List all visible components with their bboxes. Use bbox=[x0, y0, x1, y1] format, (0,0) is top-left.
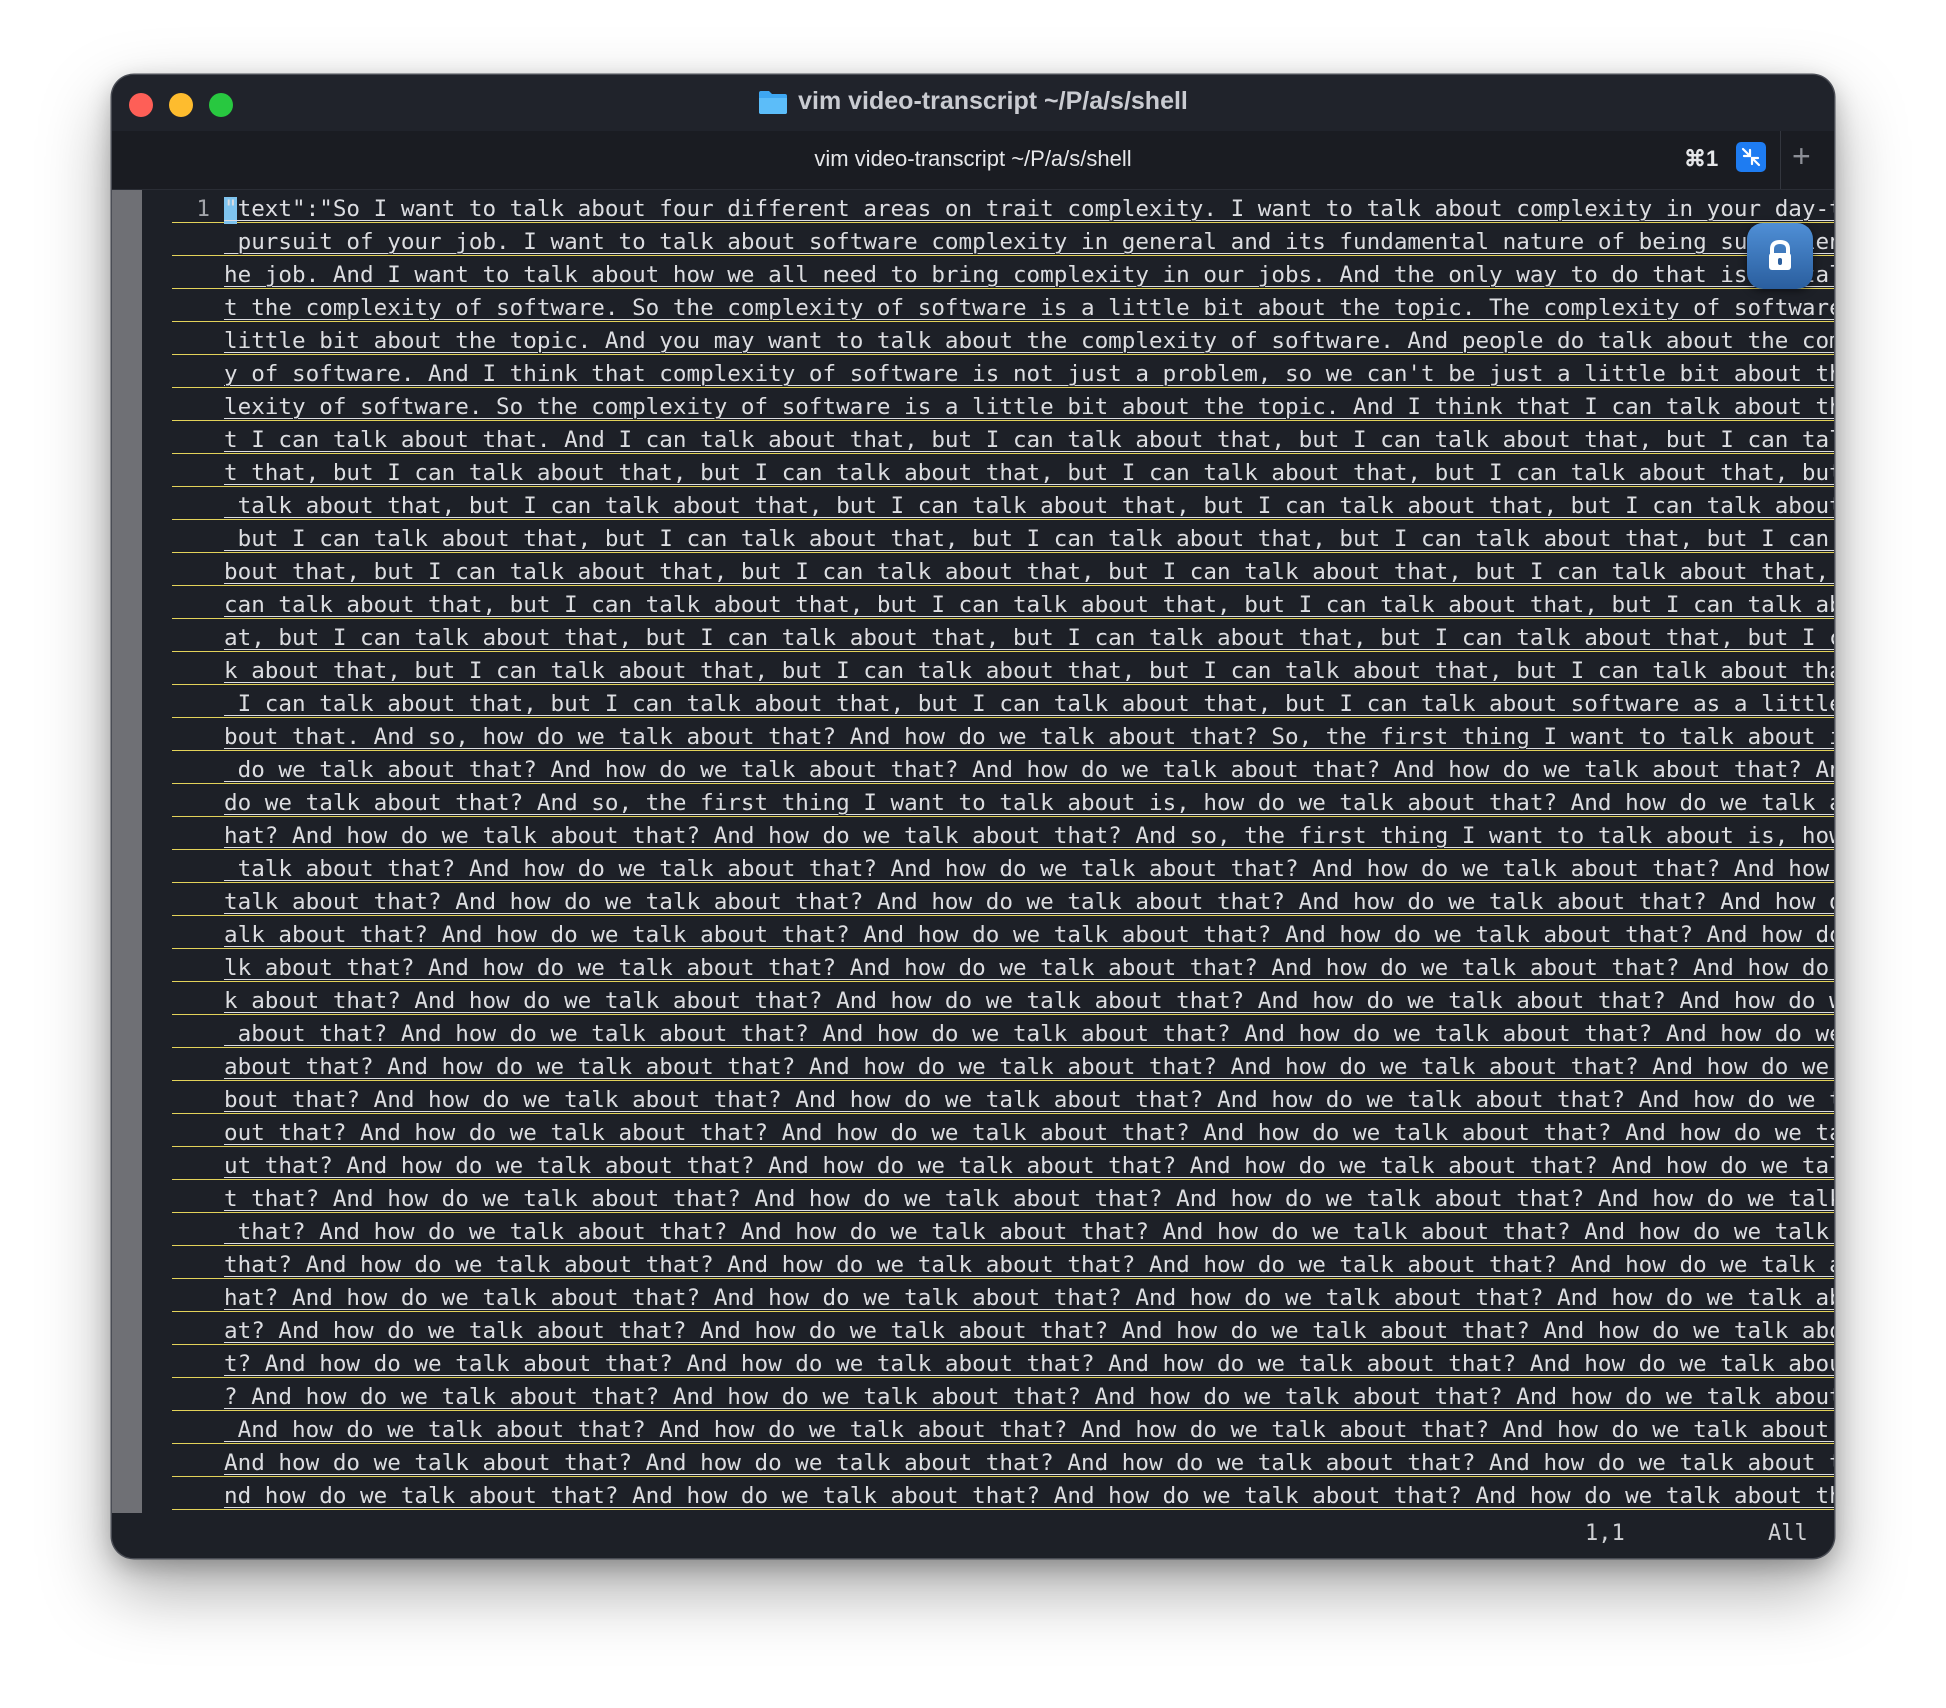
line-text: that? And how do we talk about that? And… bbox=[224, 1219, 1834, 1245]
buffer-row[interactable]: that? And how do we talk about that? And… bbox=[172, 1249, 1834, 1282]
line-text: out that? And how do we talk about that?… bbox=[224, 1120, 1834, 1146]
buffer-row[interactable]: t that, but I can talk about that, but I… bbox=[172, 457, 1834, 490]
buffer-row[interactable]: talk about that? And how do we talk abou… bbox=[172, 886, 1834, 919]
line-text: bout that, but I can talk about that, bu… bbox=[224, 559, 1834, 585]
line-text: talk about that? And how do we talk abou… bbox=[224, 856, 1834, 882]
line-text: ? And how do we talk about that? And how… bbox=[224, 1384, 1834, 1410]
line-text: talk about that? And how do we talk abou… bbox=[224, 889, 1834, 915]
buffer-row[interactable]: out that? And how do we talk about that?… bbox=[172, 1117, 1834, 1150]
vim-editor[interactable]: 1 "text":"So I want to talk about four di… bbox=[142, 190, 1834, 1513]
folder-icon bbox=[759, 90, 788, 114]
buffer-row[interactable]: little bit about the topic. And you may … bbox=[172, 325, 1834, 358]
window-title-group: vim video-transcript ~/P/a/s/shell bbox=[112, 87, 1834, 116]
buffer-row[interactable]: at? And how do we talk about that? And h… bbox=[172, 1315, 1834, 1348]
buffer-row[interactable]: t that? And how do we talk about that? A… bbox=[172, 1183, 1834, 1216]
line-text: bout that. And so, how do we talk about … bbox=[224, 724, 1834, 750]
line-text: bout that? And how do we talk about that… bbox=[224, 1087, 1834, 1113]
line-text: k about that? And how do we talk about t… bbox=[224, 988, 1834, 1014]
scroll-indicator: All bbox=[1768, 1521, 1808, 1546]
buffer-row[interactable]: can talk about that, but I can talk abou… bbox=[172, 589, 1834, 622]
buffer-row[interactable]: 1 "text":"So I want to talk about four di… bbox=[172, 193, 1834, 226]
sign-column bbox=[112, 190, 142, 1513]
buffer-row[interactable]: that? And how do we talk about that? And… bbox=[172, 1216, 1834, 1249]
buffer-row[interactable]: nd how do we talk about that? And how do… bbox=[172, 1480, 1834, 1513]
line-text: I can talk about that, but I can talk ab… bbox=[224, 691, 1834, 717]
line-text: y of software. And I think that complexi… bbox=[224, 361, 1834, 387]
line-text: alk about that? And how do we talk about… bbox=[224, 922, 1834, 948]
buffer-row[interactable]: ut that? And how do we talk about that? … bbox=[172, 1150, 1834, 1183]
buffer-row[interactable]: bout that. And so, how do we talk about … bbox=[172, 721, 1834, 754]
broadcast-input-icon[interactable] bbox=[1736, 142, 1766, 172]
line-text: "text":"So I want to talk about four dif… bbox=[224, 196, 1834, 222]
tab-shortcut-label: ⌘1 bbox=[1684, 146, 1719, 171]
line-text: t that, but I can talk about that, but I… bbox=[224, 460, 1834, 486]
line-text: lexity of software. So the complexity of… bbox=[224, 394, 1834, 420]
line-number: 1 bbox=[196, 196, 210, 222]
line-text: hat? And how do we talk about that? And … bbox=[224, 823, 1834, 849]
buffer-lines[interactable]: 1 "text":"So I want to talk about four di… bbox=[172, 193, 1834, 1513]
line-text: t? And how do we talk about that? And ho… bbox=[224, 1351, 1834, 1377]
line-text: ut that? And how do we talk about that? … bbox=[224, 1153, 1834, 1179]
line-text: t that? And how do we talk about that? A… bbox=[224, 1186, 1834, 1212]
buffer-row[interactable]: lk about that? And how do we talk about … bbox=[172, 952, 1834, 985]
line-text: talk about that, but I can talk about th… bbox=[224, 493, 1834, 519]
title-bar[interactable]: vim video-transcript ~/P/a/s/shell bbox=[112, 75, 1834, 131]
buffer-row[interactable]: about that? And how do we talk about tha… bbox=[172, 1018, 1834, 1051]
buffer-row[interactable]: do we talk about that? And so, the first… bbox=[172, 787, 1834, 820]
tab-bar: vim video-transcript ~/P/a/s/shell ⌘1 + bbox=[112, 131, 1834, 190]
line-text: And how do we talk about that? And how d… bbox=[224, 1450, 1834, 1476]
buffer-row[interactable]: t? And how do we talk about that? And ho… bbox=[172, 1348, 1834, 1381]
buffer-row[interactable]: hat? And how do we talk about that? And … bbox=[172, 820, 1834, 853]
line-text: nd how do we talk about that? And how do… bbox=[224, 1483, 1834, 1509]
line-text: hat? And how do we talk about that? And … bbox=[224, 1285, 1834, 1311]
buffer-row[interactable]: alk about that? And how do we talk about… bbox=[172, 919, 1834, 952]
line-text: he job. And I want to talk about how we … bbox=[224, 262, 1834, 288]
buffer-row[interactable]: t I can talk about that. And I can talk … bbox=[172, 424, 1834, 457]
tab-active[interactable]: vim video-transcript ~/P/a/s/shell bbox=[112, 146, 1834, 172]
line-text: lk about that? And how do we talk about … bbox=[224, 955, 1834, 981]
line-text: at? And how do we talk about that? And h… bbox=[224, 1318, 1834, 1344]
line-text: t the complexity of software. So the com… bbox=[224, 295, 1834, 321]
buffer-row[interactable]: talk about that? And how do we talk abou… bbox=[172, 853, 1834, 886]
line-text: k about that, but I can talk about that,… bbox=[224, 658, 1834, 684]
buffer-row[interactable]: And how do we talk about that? And how d… bbox=[172, 1414, 1834, 1447]
line-text: that? And how do we talk about that? And… bbox=[224, 1252, 1834, 1278]
buffer-row[interactable]: t the complexity of software. So the com… bbox=[172, 292, 1834, 325]
cursor-position: 1,1 bbox=[1585, 1521, 1625, 1546]
buffer-row[interactable]: hat? And how do we talk about that? And … bbox=[172, 1282, 1834, 1315]
line-text: about that? And how do we talk about tha… bbox=[224, 1021, 1834, 1047]
lock-icon[interactable] bbox=[1747, 223, 1813, 289]
line-text: And how do we talk about that? And how d… bbox=[224, 1417, 1834, 1443]
line-text: little bit about the topic. And you may … bbox=[224, 328, 1834, 354]
buffer-row[interactable]: bout that, but I can talk about that, bu… bbox=[172, 556, 1834, 589]
line-text: but I can talk about that, but I can tal… bbox=[224, 526, 1834, 552]
window-title: vim video-transcript ~/P/a/s/shell bbox=[798, 87, 1188, 115]
buffer-row[interactable]: ? And how do we talk about that? And how… bbox=[172, 1381, 1834, 1414]
buffer-row[interactable]: y of software. And I think that complexi… bbox=[172, 358, 1834, 391]
buffer-row[interactable]: k about that? And how do we talk about t… bbox=[172, 985, 1834, 1018]
line-text: at, but I can talk about that, but I can… bbox=[224, 625, 1834, 651]
line-text: about that? And how do we talk about tha… bbox=[224, 1054, 1834, 1080]
buffer-row[interactable]: k about that, but I can talk about that,… bbox=[172, 655, 1834, 688]
line-text: t I can talk about that. And I can talk … bbox=[224, 427, 1834, 453]
buffer-row[interactable]: about that? And how do we talk about tha… bbox=[172, 1051, 1834, 1084]
buffer-row[interactable]: bout that? And how do we talk about that… bbox=[172, 1084, 1834, 1117]
buffer-row[interactable]: do we talk about that? And how do we tal… bbox=[172, 754, 1834, 787]
buffer-row[interactable]: but I can talk about that, but I can tal… bbox=[172, 523, 1834, 556]
buffer-row[interactable]: pursuit of your job. I want to talk abou… bbox=[172, 226, 1834, 259]
line-text: pursuit of your job. I want to talk abou… bbox=[224, 229, 1834, 255]
line-text: do we talk about that? And so, the first… bbox=[224, 790, 1834, 816]
buffer-row[interactable]: at, but I can talk about that, but I can… bbox=[172, 622, 1834, 655]
line-text: do we talk about that? And how do we tal… bbox=[224, 757, 1834, 783]
buffer-row[interactable]: And how do we talk about that? And how d… bbox=[172, 1447, 1834, 1480]
buffer-row[interactable]: I can talk about that, but I can talk ab… bbox=[172, 688, 1834, 721]
buffer-row[interactable]: he job. And I want to talk about how we … bbox=[172, 259, 1834, 292]
new-tab-button[interactable]: + bbox=[1792, 140, 1811, 172]
status-line: 1,1 All bbox=[112, 1513, 1834, 1558]
terminal-window: vim video-transcript ~/P/a/s/shell vim v… bbox=[112, 75, 1834, 1558]
buffer-row[interactable]: lexity of software. So the complexity of… bbox=[172, 391, 1834, 424]
line-text: can talk about that, but I can talk abou… bbox=[224, 592, 1834, 618]
buffer-row[interactable]: talk about that, but I can talk about th… bbox=[172, 490, 1834, 523]
tab-divider bbox=[1780, 131, 1781, 189]
